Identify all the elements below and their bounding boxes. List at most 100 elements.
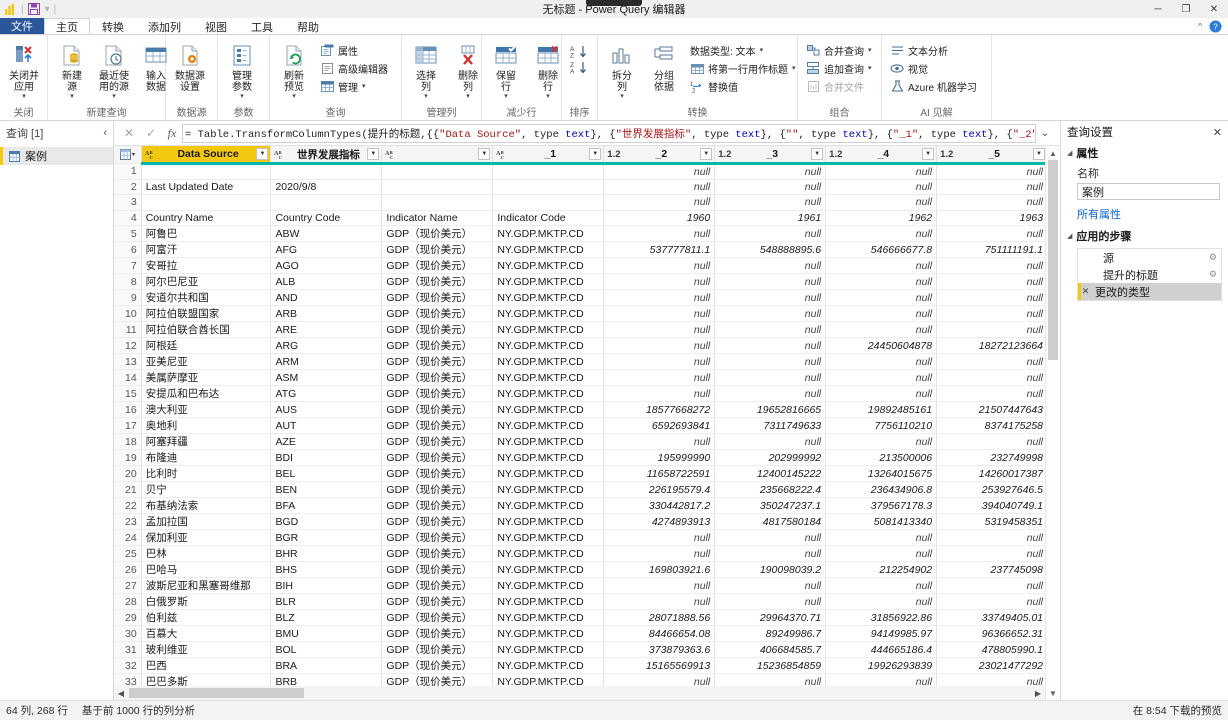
table-cell[interactable]: null xyxy=(826,164,937,180)
horizontal-scroll-thumb[interactable] xyxy=(129,688,304,698)
column-header-_4[interactable]: 1.2_4▼ xyxy=(826,146,937,164)
table-cell[interactable]: 444665186.4 xyxy=(826,642,937,658)
table-cell[interactable]: Indicator Name xyxy=(382,210,493,226)
table-cell[interactable]: 350247237.1 xyxy=(715,498,826,514)
close-button[interactable]: ✕ xyxy=(1200,0,1228,18)
column-header-blank[interactable]: ABC▼ xyxy=(382,146,493,164)
recent-sources-button[interactable]: 最近使 用的源 ▾ xyxy=(94,39,134,100)
table-row[interactable]: 29伯利兹BLZGDP（现价美元）NY.GDP.MKTP.CD28071888.… xyxy=(114,610,1060,626)
tab-home[interactable]: 主页 xyxy=(44,18,90,34)
table-cell[interactable]: ALB xyxy=(271,274,382,290)
table-cell[interactable]: GDP（现价美元） xyxy=(382,274,493,290)
tab-help[interactable]: 帮助 xyxy=(285,18,331,34)
table-cell[interactable]: GDP（现价美元） xyxy=(382,306,493,322)
table-cell[interactable]: null xyxy=(715,370,826,386)
table-cell[interactable]: GDP（现价美元） xyxy=(382,338,493,354)
split-column-caret-icon[interactable]: ▾ xyxy=(620,93,624,100)
table-cell[interactable]: 保加利亚 xyxy=(141,530,271,546)
table-cell[interactable]: null xyxy=(604,322,715,338)
table-cell[interactable]: GDP（现价美元） xyxy=(382,578,493,594)
delete-step-icon[interactable]: ✕ xyxy=(1080,286,1091,297)
table-cell[interactable]: 237745098 xyxy=(937,562,1048,578)
applied-step-changed-type[interactable]: ✕ 更改的类型 xyxy=(1078,283,1221,300)
table-cell[interactable]: 89249986.7 xyxy=(715,626,826,642)
table-cell[interactable]: null xyxy=(937,322,1048,338)
table-cell[interactable]: GDP（现价美元） xyxy=(382,626,493,642)
table-cell[interactable]: NY.GDP.MKTP.CD xyxy=(493,514,604,530)
column-header-_1[interactable]: ABC_1▼ xyxy=(493,146,604,164)
table-cell[interactable]: null xyxy=(604,164,715,180)
column-header-_2[interactable]: 1.2_2▼ xyxy=(604,146,715,164)
table-cell[interactable]: null xyxy=(937,179,1048,195)
save-icon[interactable] xyxy=(28,3,41,16)
table-cell[interactable]: null xyxy=(604,179,715,195)
minimize-button[interactable]: ─ xyxy=(1144,0,1172,18)
table-cell[interactable]: 235668222.4 xyxy=(715,482,826,498)
table-cell[interactable]: null xyxy=(715,164,826,180)
table-cell[interactable]: null xyxy=(937,226,1048,242)
table-cell[interactable]: 安道尔共和国 xyxy=(141,290,271,306)
tab-file[interactable]: 文件 xyxy=(0,18,44,34)
row-number[interactable]: 14 xyxy=(114,370,141,386)
row-number[interactable]: 5 xyxy=(114,226,141,242)
use-first-row-as-headers-button[interactable]: 将第一行用作标题 ▾ xyxy=(686,60,800,77)
table-cell[interactable]: GDP（现价美元） xyxy=(382,482,493,498)
table-cell[interactable]: BGD xyxy=(271,514,382,530)
table-cell[interactable]: GDP（现价美元） xyxy=(382,354,493,370)
group-by-button[interactable]: 分组 依据 xyxy=(644,39,684,93)
row-number[interactable]: 23 xyxy=(114,514,141,530)
row-number[interactable]: 4 xyxy=(114,210,141,226)
text-analytics-button[interactable]: 文本分析 xyxy=(886,42,981,59)
scroll-left-icon[interactable]: ◀ xyxy=(114,689,128,698)
table-cell[interactable] xyxy=(382,195,493,211)
help-icon[interactable]: ? xyxy=(1209,20,1222,33)
table-cell[interactable]: NY.GDP.MKTP.CD xyxy=(493,290,604,306)
split-column-button[interactable]: 拆分 列 ▾ xyxy=(602,39,642,100)
table-cell[interactable]: null xyxy=(715,322,826,338)
table-cell[interactable]: 8374175258 xyxy=(937,418,1048,434)
select-all-icon[interactable]: ▾ xyxy=(114,146,141,164)
table-cell[interactable]: null xyxy=(826,370,937,386)
table-cell[interactable]: NY.GDP.MKTP.CD xyxy=(493,402,604,418)
table-row[interactable]: 27波斯尼亚和黑塞哥维那BIHGDP（现价美元）NY.GDP.MKTP.CDnu… xyxy=(114,578,1060,594)
table-row[interactable]: 14美属萨摩亚ASMGDP（现价美元）NY.GDP.MKTP.CDnullnul… xyxy=(114,370,1060,386)
table-cell[interactable]: 安提瓜和巴布达 xyxy=(141,386,271,402)
table-cell[interactable]: BLZ xyxy=(271,610,382,626)
table-cell[interactable]: 478805990.1 xyxy=(937,642,1048,658)
table-cell[interactable]: null xyxy=(826,546,937,562)
tab-transform[interactable]: 转换 xyxy=(90,18,136,34)
table-cell[interactable]: null xyxy=(826,594,937,610)
table-cell[interactable]: 阿尔巴尼亚 xyxy=(141,274,271,290)
data-type-caret-icon[interactable]: ▾ xyxy=(760,47,764,54)
column-header-世界发展指标[interactable]: ABC世界发展指标▼ xyxy=(271,146,382,164)
row-number[interactable]: 29 xyxy=(114,610,141,626)
table-cell[interactable]: null xyxy=(715,354,826,370)
row-number[interactable]: 30 xyxy=(114,626,141,642)
table-cell[interactable]: null xyxy=(715,258,826,274)
row-number[interactable]: 12 xyxy=(114,338,141,354)
table-cell[interactable] xyxy=(141,164,271,180)
row-number[interactable]: 19 xyxy=(114,450,141,466)
row-number[interactable]: 16 xyxy=(114,402,141,418)
table-row[interactable]: 25巴林BHRGDP（现价美元）NY.GDP.MKTP.CDnullnullnu… xyxy=(114,546,1060,562)
table-row[interactable]: 19布隆迪BDIGDP（现价美元）NY.GDP.MKTP.CD195999990… xyxy=(114,450,1060,466)
qat-dropdown-icon[interactable]: ▾ xyxy=(45,4,50,15)
table-cell[interactable]: 13264015675 xyxy=(826,466,937,482)
row-number[interactable]: 2 xyxy=(114,179,141,195)
table-cell[interactable]: BEL xyxy=(271,466,382,482)
table-cell[interactable]: NY.GDP.MKTP.CD xyxy=(493,498,604,514)
table-cell[interactable] xyxy=(493,195,604,211)
name-input[interactable]: 案例 xyxy=(1077,183,1220,200)
table-cell[interactable]: null xyxy=(604,258,715,274)
merge-queries-caret-icon[interactable]: ▾ xyxy=(868,47,872,54)
table-row[interactable]: 4Country NameCountry CodeIndicator NameI… xyxy=(114,210,1060,226)
table-cell[interactable]: 1962 xyxy=(826,210,937,226)
table-cell[interactable]: 6592693841 xyxy=(604,418,715,434)
table-cell[interactable]: 18577668272 xyxy=(604,402,715,418)
row-number[interactable]: 11 xyxy=(114,322,141,338)
row-number[interactable]: 1 xyxy=(114,164,141,180)
table-cell[interactable]: null xyxy=(937,578,1048,594)
column-filter-dropdown-icon[interactable]: ▼ xyxy=(811,148,823,160)
table-cell[interactable] xyxy=(382,179,493,195)
table-cell[interactable]: null xyxy=(715,306,826,322)
